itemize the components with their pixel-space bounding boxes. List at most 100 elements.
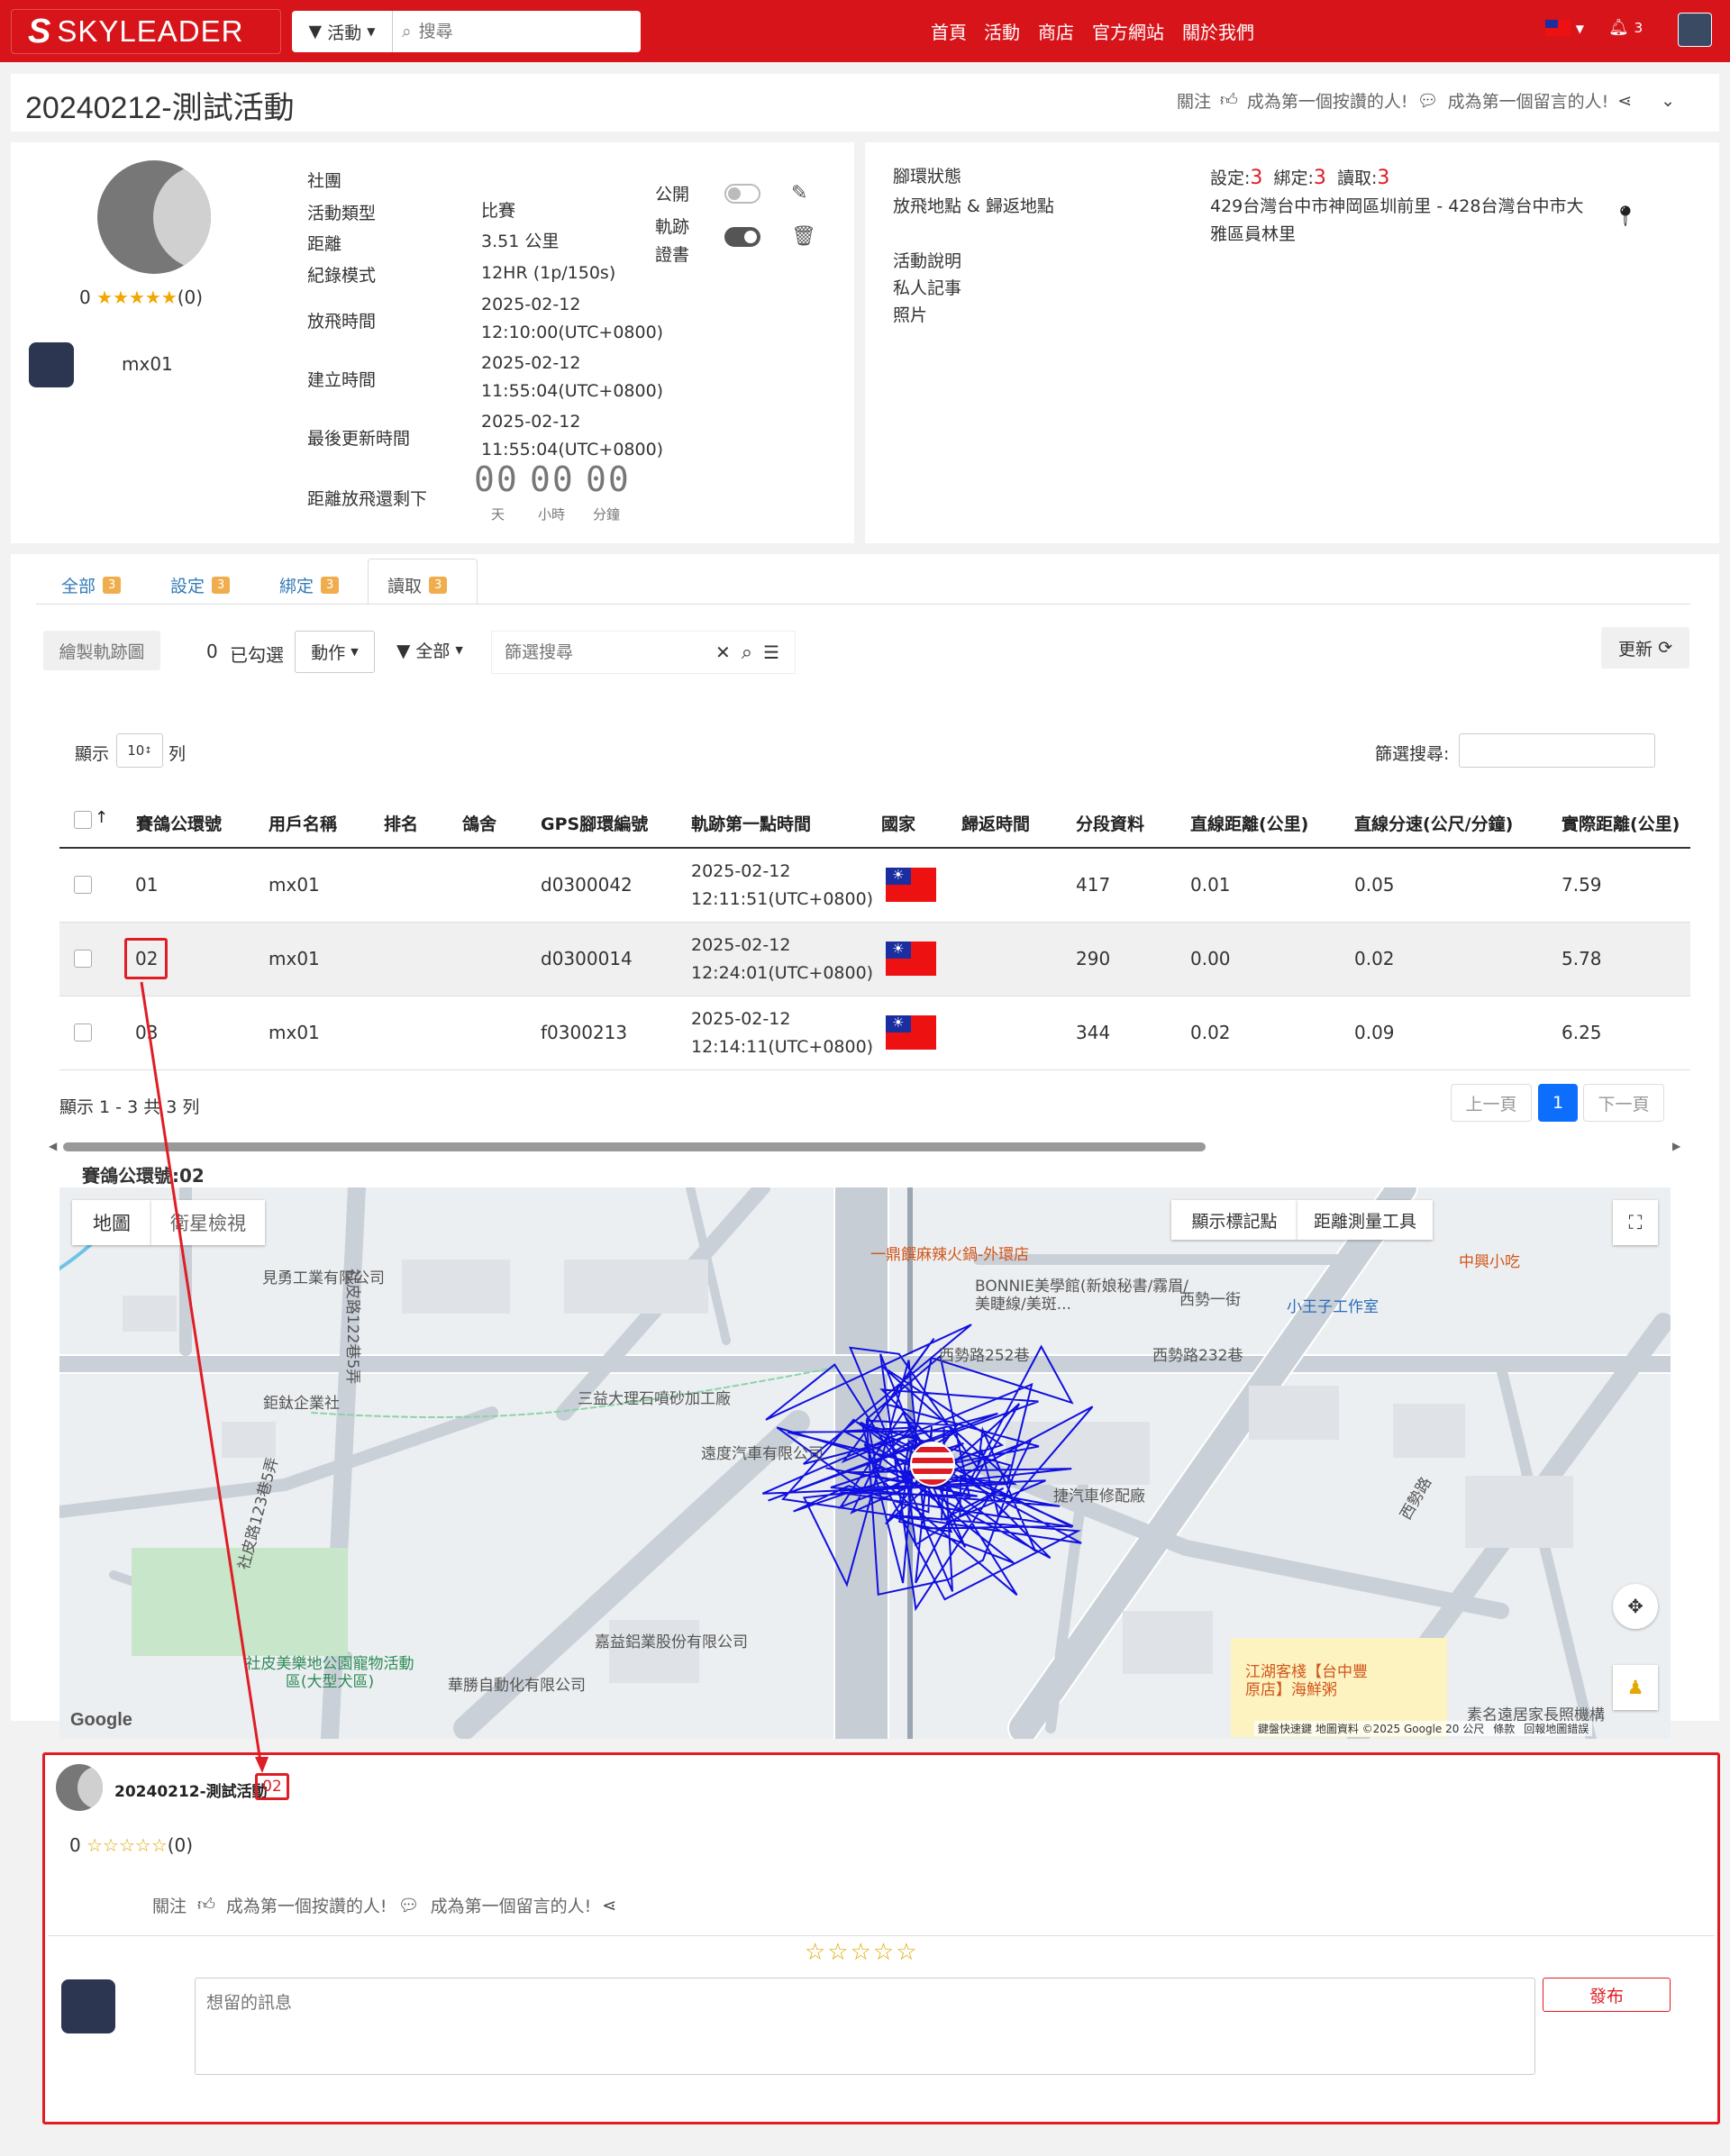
chevron-down-icon[interactable]: ⌄	[1661, 91, 1675, 111]
ring-read-label: 讀取:	[1337, 168, 1378, 188]
nav-link-official-site[interactable]: 官方網站	[1092, 18, 1164, 44]
map-report-link[interactable]: 回報地圖錯誤	[1524, 1721, 1589, 1736]
col-header-ring[interactable]: 賽鴿公環號	[136, 811, 222, 835]
activity-desc-label[interactable]: 活動說明	[893, 248, 961, 272]
col-header-return-time[interactable]: 歸返時間	[961, 811, 1030, 835]
next-page-button[interactable]: 下一頁	[1583, 1084, 1664, 1122]
map-view-button[interactable]: 地圖	[72, 1200, 151, 1245]
col-header-distance[interactable]: 直線距離(公里)	[1190, 811, 1308, 835]
search-icon[interactable]: ⌕	[742, 641, 752, 664]
filter-search-input[interactable]	[505, 642, 712, 662]
activity-logo	[56, 1764, 103, 1811]
col-header-first-time[interactable]: 軌跡第一點時間	[691, 811, 811, 835]
row-checkbox[interactable]	[74, 950, 92, 968]
row-checkbox[interactable]	[74, 876, 92, 894]
horizontal-scrollbar[interactable]	[63, 1142, 1206, 1151]
table-filter-input[interactable]	[1459, 733, 1655, 768]
sort-icon[interactable]: ↑	[95, 808, 108, 827]
selected-label: 已勾選	[230, 644, 284, 666]
comment-link[interactable]: 成為第一個留言的人!	[1448, 88, 1609, 113]
col-header-actual[interactable]: 實際距離(公里)	[1562, 811, 1680, 835]
activity-logo	[97, 160, 211, 274]
share-icon[interactable]: ⋖	[1617, 91, 1632, 111]
map-terms-link[interactable]: 條款	[1493, 1721, 1515, 1736]
cell-time-clock: 12:14:11(UTC+0800)	[691, 1037, 874, 1057]
action-dropdown[interactable]: 動作 ▼	[295, 631, 375, 673]
thumbs-up-icon[interactable]: 👍︎	[197, 1895, 215, 1915]
page-size-select[interactable]: 10 ↕	[116, 733, 163, 768]
scroll-left-icon[interactable]: ◀	[49, 1140, 57, 1152]
cell-ring[interactable]: 01	[135, 874, 158, 896]
public-toggle[interactable]	[724, 184, 760, 204]
notification-bell[interactable]: 🔔︎ 3	[1608, 18, 1643, 37]
follow-link[interactable]: 關注	[152, 1893, 187, 1917]
loft-marker-icon[interactable]	[910, 1442, 955, 1487]
search-input[interactable]	[418, 22, 626, 41]
thumbs-up-icon[interactable]: 👍︎	[1220, 90, 1238, 111]
user-avatar-menu[interactable]	[1678, 13, 1712, 47]
row-checkbox[interactable]	[74, 1023, 92, 1042]
table-filter-label: 篩選搜尋:	[1375, 744, 1450, 764]
like-link[interactable]: 成為第一個按讚的人!	[226, 1893, 387, 1917]
nav-link-activities[interactable]: 活動	[984, 18, 1020, 44]
comment-title: 20240212-測試活動	[114, 1783, 268, 1801]
comment-textarea[interactable]	[195, 1978, 1535, 2075]
post-button[interactable]: 發布	[1543, 1978, 1671, 2012]
nav-link-shop[interactable]: 商店	[1038, 18, 1074, 44]
distance-measure-button[interactable]: 距離測量工具	[1298, 1200, 1433, 1240]
col-header-loft[interactable]: 鴿舍	[462, 811, 496, 835]
scroll-right-icon[interactable]: ▶	[1672, 1140, 1680, 1152]
satellite-view-button[interactable]: 衛星檢視	[151, 1200, 265, 1245]
search-filter-dropdown[interactable]: ▼ 活動 ▼	[292, 11, 393, 52]
list-icon[interactable]: ☰	[763, 641, 779, 663]
col-header-segments[interactable]: 分段資料	[1076, 811, 1144, 835]
locate-icon[interactable]: ✥	[1613, 1584, 1658, 1629]
map-pin-icon[interactable]: 📍︎	[1613, 205, 1638, 228]
nav-link-about[interactable]: 關於我們	[1182, 18, 1254, 44]
clear-icon[interactable]: ✕	[715, 641, 731, 663]
col-header-speed[interactable]: 直線分速(公尺/分鐘)	[1354, 811, 1513, 835]
tab-all[interactable]: 全部 3	[61, 566, 122, 604]
cell-segments: 290	[1076, 948, 1111, 969]
header-line	[59, 847, 1690, 849]
caret-updown-icon: ↕	[144, 745, 152, 756]
language-selector[interactable]: ▼	[1545, 18, 1584, 37]
follow-link[interactable]: 關注	[1177, 88, 1211, 113]
page-title: 20240212-測試活動	[25, 91, 295, 125]
comment-icon[interactable]: 💬︎	[1417, 90, 1439, 111]
page-1-button[interactable]: 1	[1538, 1084, 1578, 1122]
fullscreen-icon[interactable]: ⛶	[1613, 1200, 1658, 1245]
col-header-gps[interactable]: GPS腳環編號	[541, 811, 648, 835]
filter-dropdown[interactable]: ▼ 全部 ▼	[396, 638, 463, 662]
refresh-button[interactable]: 更新 ⟳	[1601, 627, 1689, 669]
edit-icon[interactable]: ✎	[791, 182, 807, 205]
nav-link-home[interactable]: 首頁	[931, 18, 967, 44]
filter-icon: ▼	[308, 22, 323, 41]
rows-label: 列	[168, 744, 187, 764]
select-all-checkbox[interactable]	[74, 811, 92, 829]
trash-icon[interactable]: 🗑︎	[791, 225, 816, 248]
private-notes-label[interactable]: 私人記事	[893, 275, 961, 299]
cell-ring[interactable]: 02	[135, 948, 158, 969]
col-header-country[interactable]: 國家	[881, 811, 915, 835]
comment-link[interactable]: 成為第一個留言的人!	[431, 1893, 592, 1917]
col-header-rank[interactable]: 排名	[384, 811, 418, 835]
rate-stars-input[interactable]: ☆☆☆☆☆	[805, 1939, 919, 1966]
like-link[interactable]: 成為第一個按讚的人!	[1247, 88, 1408, 113]
track-cert-toggle[interactable]	[724, 227, 760, 247]
tab-read[interactable]: 讀取 3	[387, 566, 448, 604]
share-icon[interactable]: ⋖	[602, 1896, 616, 1915]
prev-page-button[interactable]: 上一頁	[1451, 1084, 1532, 1122]
track-map[interactable]: 見勇工業有限公司 鉅鈦企業社 三益大理石噴砂加工廠 遠度汽車有限公司 捷汽車修配…	[59, 1187, 1671, 1739]
brand-logo[interactable]: S SKYLEADER	[11, 9, 281, 54]
pegman-icon[interactable]: ♟	[1613, 1665, 1658, 1710]
tab-set[interactable]: 設定 3	[170, 566, 231, 604]
tab-bound[interactable]: 綁定 3	[279, 566, 340, 604]
col-header-user[interactable]: 用戶名稱	[269, 811, 337, 835]
draw-track-button[interactable]: 繪製軌跡圖	[43, 631, 160, 670]
cell-ring[interactable]: 03	[135, 1022, 158, 1043]
photos-label[interactable]: 照片	[893, 302, 927, 326]
cell-speed: 0.02	[1354, 948, 1395, 969]
show-markers-button[interactable]: 顯示標記點	[1171, 1200, 1298, 1240]
comment-icon[interactable]: 💬︎	[398, 1895, 420, 1915]
